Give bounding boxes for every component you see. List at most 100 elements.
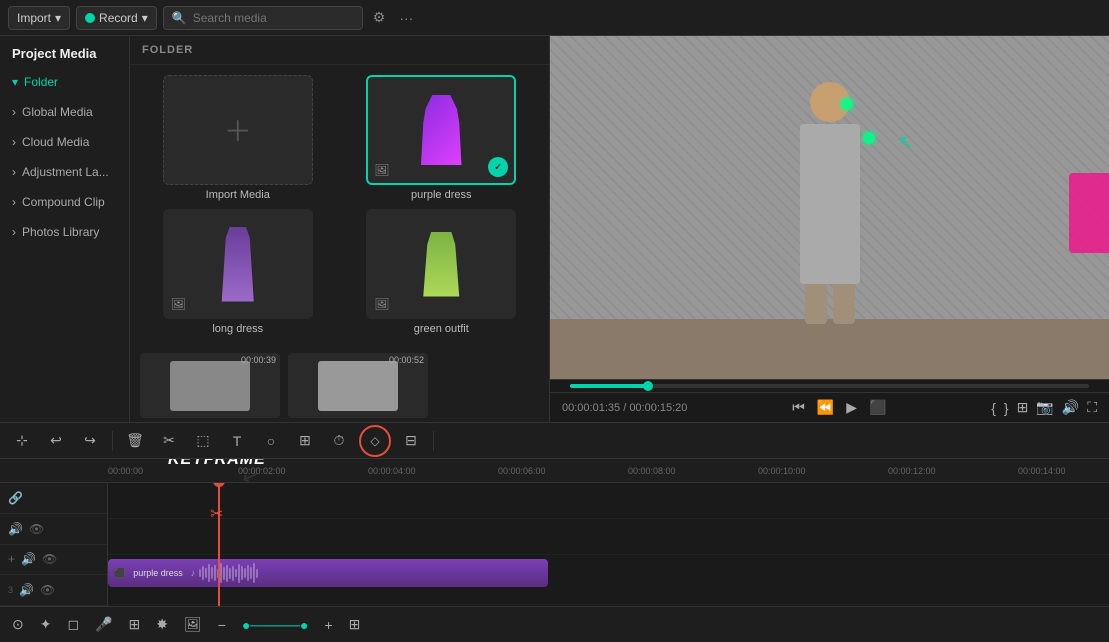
prev-frame-button[interactable]: ⏮	[792, 399, 805, 416]
sidebar-item-photos[interactable]: › Photos Library	[0, 217, 129, 247]
photos-chevron-icon: ›	[12, 225, 16, 239]
sidebar-item-compound[interactable]: › Compound Clip	[0, 187, 129, 217]
video-clip[interactable]: ⬛ purple dress ♪	[108, 559, 548, 587]
track-row-2	[108, 519, 1109, 555]
undo-button[interactable]: ↩	[42, 427, 70, 455]
play-button[interactable]: ▶	[846, 399, 857, 416]
compound-chevron-icon: ›	[12, 195, 16, 209]
preview-video: ↖	[550, 36, 1109, 379]
fullscreen-icon[interactable]: ⛶	[1087, 399, 1097, 416]
filter-icon[interactable]: ⚙	[369, 5, 390, 30]
time-total: 00:00:15:20	[629, 402, 687, 414]
shape-effect-btn[interactable]: ◻	[63, 612, 83, 637]
strip-item-2[interactable]: 00:00:52	[288, 353, 428, 418]
sparkle-effect-btn[interactable]: ✸	[152, 612, 172, 637]
circle-effect-btn[interactable]: ⊙	[8, 612, 28, 637]
cut-button[interactable]: ✂	[155, 427, 183, 455]
minus-btn[interactable]: −	[214, 613, 230, 637]
progress-bar[interactable]	[570, 384, 1089, 388]
record-dot-icon	[85, 13, 95, 23]
search-bar[interactable]: 🔍	[163, 6, 363, 30]
cursor-icon: ↖	[898, 132, 913, 153]
redo-button[interactable]: ↪	[76, 427, 104, 455]
sidebar-item-folder[interactable]: ▾ Folder	[0, 67, 129, 97]
plus-btn[interactable]: +	[320, 613, 336, 637]
main-layout: Project Media ▾ Folder › Global Media › …	[0, 36, 1109, 422]
mic-effect-btn[interactable]: 🎤	[91, 612, 116, 637]
fit-icon[interactable]: ⊞	[1017, 399, 1029, 416]
snapshot-icon[interactable]: 📷	[1036, 399, 1053, 416]
bracket-left-icon[interactable]: {	[991, 400, 996, 416]
step-back-button[interactable]: ⏪	[817, 399, 834, 416]
wb-14	[238, 564, 240, 583]
delete-button[interactable]: 🗑	[121, 427, 149, 455]
keyframe-button[interactable]: ◇	[359, 425, 391, 457]
clip-label: purple dress	[133, 568, 183, 578]
green-outfit-thumb[interactable]: 🖼	[366, 209, 516, 319]
text-button[interactable]: T	[223, 427, 251, 455]
eye-icon: 👁	[29, 522, 44, 536]
track-label-audio: 🔊 👁	[0, 514, 107, 545]
tick-1: 00:00:02:00	[238, 466, 368, 476]
track-row-main: ⬛ purple dress ♪	[108, 555, 1109, 605]
timeline-ruler: 00:00:00 00:00:02:00 00:00:04:00 00:00:0…	[0, 459, 1109, 483]
timeline-body: 🔗 🔊 👁 + 🔊 👁 3 🔊 👁	[0, 483, 1109, 606]
overlay-button[interactable]: ⊞	[291, 427, 319, 455]
long-dress-item[interactable]: 🖼 long dress	[140, 209, 336, 335]
search-input[interactable]	[193, 11, 354, 25]
green-dress-shape	[421, 232, 461, 297]
playhead[interactable]	[218, 483, 220, 606]
grid-effect-btn[interactable]: ⊞	[125, 612, 145, 637]
preview-controls: 00:00:01:35 / 00:00:15:20 ⏮ ⏪ ▶ ⬛ { } ⊞ …	[550, 392, 1109, 422]
split-button[interactable]: ⊟	[397, 427, 425, 455]
purple-dress-thumb[interactable]: 🖼 ✓	[366, 75, 516, 185]
select-tool[interactable]: ⊹	[8, 427, 36, 455]
eye3-icon: 👁	[40, 583, 55, 597]
tick-3: 00:00:06:00	[498, 466, 628, 476]
green-outfit-item[interactable]: 🖼 green outfit	[344, 209, 540, 335]
record-chevron-icon: ▾	[142, 11, 148, 25]
image-effect-btn[interactable]: 🖼	[180, 612, 206, 637]
import-button[interactable]: Import ▾	[8, 6, 70, 30]
purple-dress-shape	[419, 95, 464, 165]
floor-background	[550, 319, 1109, 379]
zoom-slider[interactable]: ●─────●	[238, 613, 313, 637]
wb-12	[232, 566, 234, 581]
star-effect-btn[interactable]: ✦	[36, 612, 56, 637]
strip-item-1[interactable]: 00:00:39	[140, 353, 280, 418]
bracket-right-icon[interactable]: }	[1004, 400, 1009, 416]
shape-button[interactable]: ○	[257, 427, 285, 455]
wb-19	[253, 563, 255, 583]
track-row-4	[108, 605, 1109, 606]
stop-button[interactable]: ⬛	[869, 399, 886, 416]
tick-2: 00:00:04:00	[368, 466, 498, 476]
clip-audio-icon: ♪	[191, 568, 196, 578]
sidebar-item-photos-label: Photos Library	[22, 225, 99, 239]
strip-duration-1: 00:00:39	[241, 355, 276, 365]
sidebar-item-global[interactable]: › Global Media	[0, 97, 129, 127]
sidebar-item-cloud[interactable]: › Cloud Media	[0, 127, 129, 157]
import-media-item[interactable]: ＋ Import Media	[140, 75, 336, 201]
record-button[interactable]: Record ▾	[76, 6, 157, 30]
sidebar-item-folder-label: Folder	[24, 75, 58, 89]
timeline-section: ⊹ ↩ ↪ 🗑 ✂ ⬚ T ○ ⊞ ⏱ ◇ ⊟ KEYFRAME ↙ 00:00…	[0, 422, 1109, 642]
long-dress-shape	[218, 227, 258, 302]
import-thumb[interactable]: ＋	[163, 75, 313, 185]
crop-button[interactable]: ⬚	[189, 427, 217, 455]
add-track-icon[interactable]: +	[8, 552, 15, 566]
wb-1	[199, 569, 201, 577]
long-dress-thumb[interactable]: 🖼	[163, 209, 313, 319]
wb-11	[229, 568, 231, 579]
track-row-1	[108, 483, 1109, 519]
track-label-main: 🔗	[0, 483, 107, 514]
more-icon[interactable]: ···	[395, 6, 417, 30]
ruler-ticks: 00:00:00 00:00:02:00 00:00:04:00 00:00:0…	[108, 466, 1109, 476]
sidebar-header: Project Media	[0, 36, 129, 67]
progress-thumb[interactable]	[643, 381, 653, 391]
volume-icon[interactable]: 🔊	[1062, 399, 1079, 416]
purple-dress-item[interactable]: 🖼 ✓ purple dress	[344, 75, 540, 201]
layout-btn[interactable]: ⊞	[345, 612, 365, 637]
time-current: 00:00:01:35	[562, 402, 620, 414]
speed-button[interactable]: ⏱	[325, 427, 353, 455]
sidebar-item-adjustment[interactable]: › Adjustment La...	[0, 157, 129, 187]
